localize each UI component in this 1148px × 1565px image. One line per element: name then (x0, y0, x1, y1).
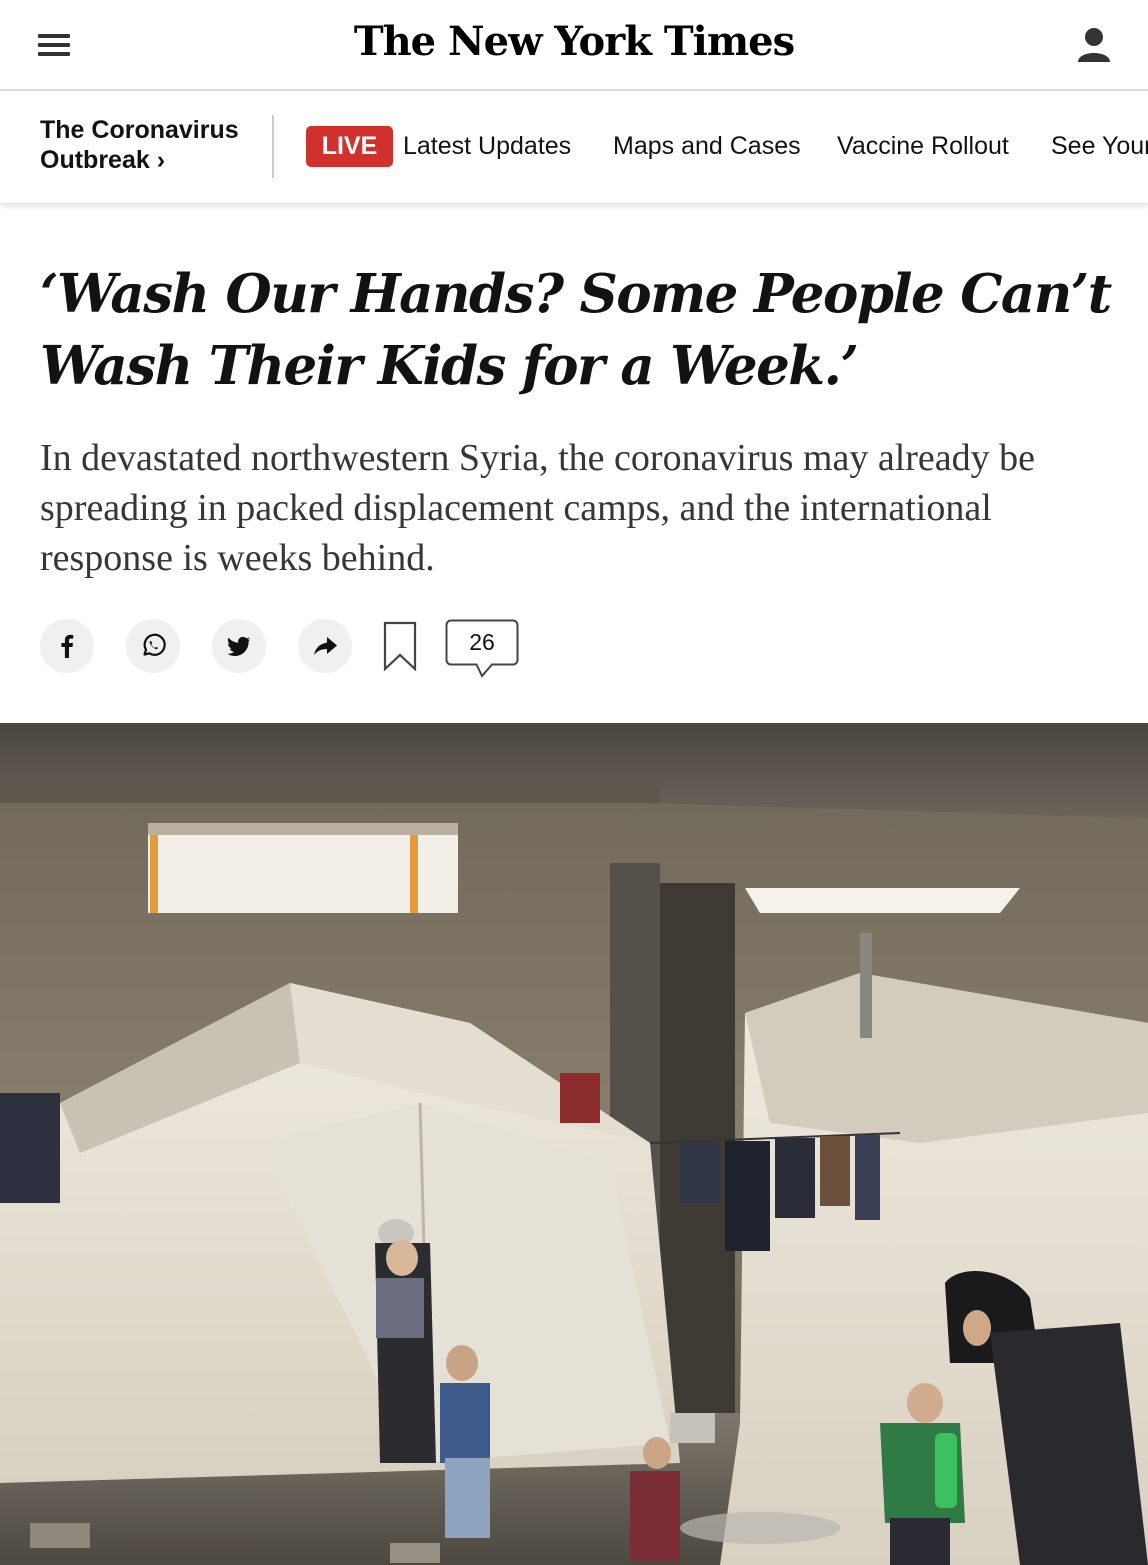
nav-divider (272, 115, 274, 178)
live-badge: LIVE (306, 126, 393, 167)
latest-updates-link[interactable]: Latest Updates (403, 132, 571, 161)
bookmark-icon[interactable] (383, 621, 417, 671)
maps-and-cases-link[interactable]: Maps and Cases (613, 132, 801, 161)
nyt-logo[interactable]: The New York Times (0, 18, 1148, 65)
section-nav: The Coronavirus Outbreak › LIVE Latest U… (0, 91, 1148, 203)
lead-photo (0, 723, 1148, 1565)
vaccine-rollout-link[interactable]: Vaccine Rollout (837, 132, 1009, 161)
twitter-share-button[interactable] (212, 619, 266, 673)
share-icon (314, 637, 337, 655)
see-your-link[interactable]: See Your (1051, 132, 1148, 161)
account-icon[interactable] (1075, 26, 1113, 64)
comment-count: 26 (469, 629, 495, 655)
comments-button[interactable]: 26 (445, 619, 519, 679)
masthead: The New York Times (0, 0, 1148, 91)
article-summary: In devastated northwestern Syria, the co… (40, 437, 1036, 579)
facebook-icon (61, 634, 74, 658)
coronavirus-outbreak-link[interactable]: The Coronavirus Outbreak › (40, 115, 260, 175)
section-title-line1: The Coronavirus (40, 116, 239, 144)
twitter-icon (227, 636, 250, 657)
section-title-line2: Outbreak › (40, 146, 166, 174)
article-headline: ‘Wash Our Hands? Some People Can’t Wash … (40, 263, 1112, 397)
facebook-share-button[interactable] (40, 619, 94, 673)
whatsapp-share-button[interactable] (126, 619, 180, 673)
whatsapp-icon (143, 633, 166, 656)
more-share-button[interactable] (298, 619, 352, 673)
